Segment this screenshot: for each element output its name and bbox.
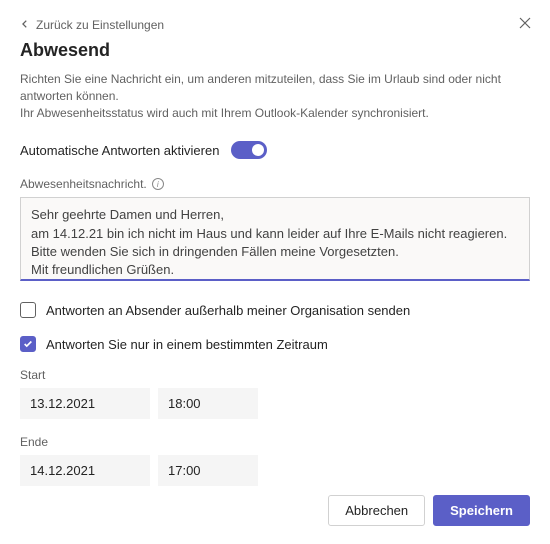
time-period-label: Antworten Sie nur in einem bestimmten Ze… bbox=[46, 337, 328, 352]
close-button[interactable] bbox=[518, 16, 532, 33]
info-icon[interactable]: i bbox=[152, 178, 164, 190]
auto-reply-toggle-label: Automatische Antworten aktivieren bbox=[20, 143, 219, 158]
external-senders-label: Antworten an Absender außerhalb meiner O… bbox=[46, 303, 410, 318]
description-text: Richten Sie eine Nachricht ein, um ander… bbox=[20, 71, 530, 121]
end-date-input[interactable] bbox=[20, 455, 150, 486]
back-to-settings-link[interactable]: Zurück zu Einstellungen bbox=[20, 18, 530, 32]
start-date-input[interactable] bbox=[20, 388, 150, 419]
message-field-label: Abwesenheitsnachricht. bbox=[20, 177, 147, 191]
cancel-button[interactable]: Abbrechen bbox=[328, 495, 425, 526]
save-button[interactable]: Speichern bbox=[433, 495, 530, 526]
start-label: Start bbox=[20, 368, 530, 382]
back-link-label: Zurück zu Einstellungen bbox=[36, 18, 164, 32]
start-time-input[interactable] bbox=[158, 388, 258, 419]
end-time-input[interactable] bbox=[158, 455, 258, 486]
auto-reply-toggle[interactable] bbox=[231, 141, 267, 159]
end-label: Ende bbox=[20, 435, 530, 449]
time-period-checkbox[interactable] bbox=[20, 336, 36, 352]
chevron-left-icon bbox=[20, 18, 30, 32]
page-title: Abwesend bbox=[20, 40, 530, 61]
absence-message-textarea[interactable] bbox=[20, 197, 530, 281]
external-senders-checkbox[interactable] bbox=[20, 302, 36, 318]
